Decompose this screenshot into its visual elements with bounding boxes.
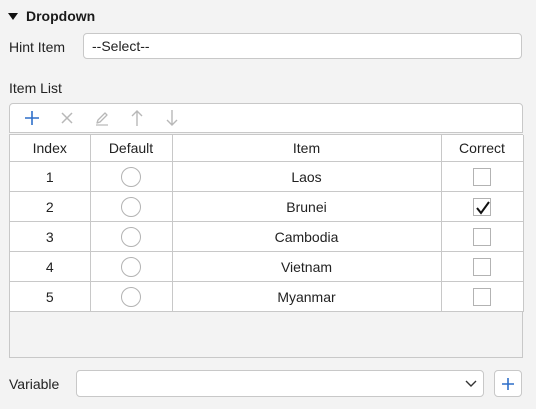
item-list-label: Item List bbox=[9, 80, 62, 96]
table-row[interactable]: 2 Brunei bbox=[10, 191, 524, 222]
item-list-toolbar bbox=[9, 103, 523, 133]
correct-checkbox[interactable] bbox=[473, 167, 491, 186]
column-header-item[interactable]: Item bbox=[171, 135, 442, 162]
arrow-down-icon bbox=[166, 110, 177, 126]
move-down-button[interactable] bbox=[154, 104, 189, 132]
default-radio[interactable] bbox=[121, 256, 141, 277]
arrow-up-icon bbox=[131, 110, 142, 126]
table-row[interactable]: 3 Cambodia bbox=[10, 221, 524, 252]
add-item-button[interactable] bbox=[14, 104, 49, 132]
default-radio[interactable] bbox=[121, 226, 141, 247]
edit-item-button[interactable] bbox=[84, 104, 119, 132]
correct-checkbox[interactable] bbox=[473, 257, 491, 276]
correct-checkbox[interactable] bbox=[473, 227, 491, 246]
plus-icon bbox=[24, 111, 39, 125]
row-item[interactable]: Brunei bbox=[171, 191, 442, 222]
row-item[interactable]: Myanmar bbox=[171, 281, 442, 312]
row-item[interactable]: Laos bbox=[171, 161, 442, 192]
section-header-dropdown[interactable]: Dropdown bbox=[8, 6, 95, 26]
table-row[interactable]: 1 Laos bbox=[10, 161, 524, 192]
table-row[interactable]: 5 Myanmar bbox=[10, 281, 524, 312]
item-table: Index Default Item Correct 1 Laos 2 Brun… bbox=[10, 135, 524, 312]
column-header-index[interactable]: Index bbox=[10, 135, 91, 162]
table-header-row: Index Default Item Correct bbox=[10, 135, 524, 162]
close-icon bbox=[60, 112, 73, 124]
delete-item-button[interactable] bbox=[49, 104, 84, 132]
row-index: 5 bbox=[10, 281, 91, 312]
variable-label: Variable bbox=[9, 376, 60, 392]
row-index: 3 bbox=[10, 221, 91, 252]
item-list-grid: Index Default Item Correct 1 Laos 2 Brun… bbox=[9, 134, 524, 358]
table-row[interactable]: 4 Vietnam bbox=[10, 251, 524, 282]
column-header-default[interactable]: Default bbox=[89, 135, 173, 162]
pencil-icon bbox=[95, 112, 108, 126]
hint-item-input[interactable]: --Select-- bbox=[83, 33, 522, 59]
row-item[interactable]: Vietnam bbox=[171, 251, 442, 282]
variable-select[interactable] bbox=[76, 370, 484, 397]
row-item[interactable]: Cambodia bbox=[171, 221, 442, 252]
hint-item-value: --Select-- bbox=[92, 38, 150, 54]
move-up-button[interactable] bbox=[119, 104, 154, 132]
chevron-down-icon bbox=[465, 380, 477, 387]
checkmark-icon bbox=[476, 201, 490, 215]
hint-item-label: Hint Item bbox=[9, 39, 66, 55]
row-index: 1 bbox=[10, 161, 91, 192]
default-radio[interactable] bbox=[121, 166, 141, 187]
row-index: 2 bbox=[10, 191, 91, 222]
plus-icon bbox=[502, 377, 514, 390]
default-radio[interactable] bbox=[121, 286, 141, 307]
row-index: 4 bbox=[10, 251, 91, 282]
add-variable-button[interactable] bbox=[494, 370, 522, 397]
default-radio[interactable] bbox=[121, 196, 141, 217]
correct-checkbox[interactable] bbox=[473, 197, 491, 216]
section-title: Dropdown bbox=[26, 8, 96, 24]
caret-down-icon[interactable] bbox=[8, 12, 18, 20]
column-header-correct[interactable]: Correct bbox=[440, 135, 524, 162]
correct-checkbox[interactable] bbox=[473, 287, 491, 306]
